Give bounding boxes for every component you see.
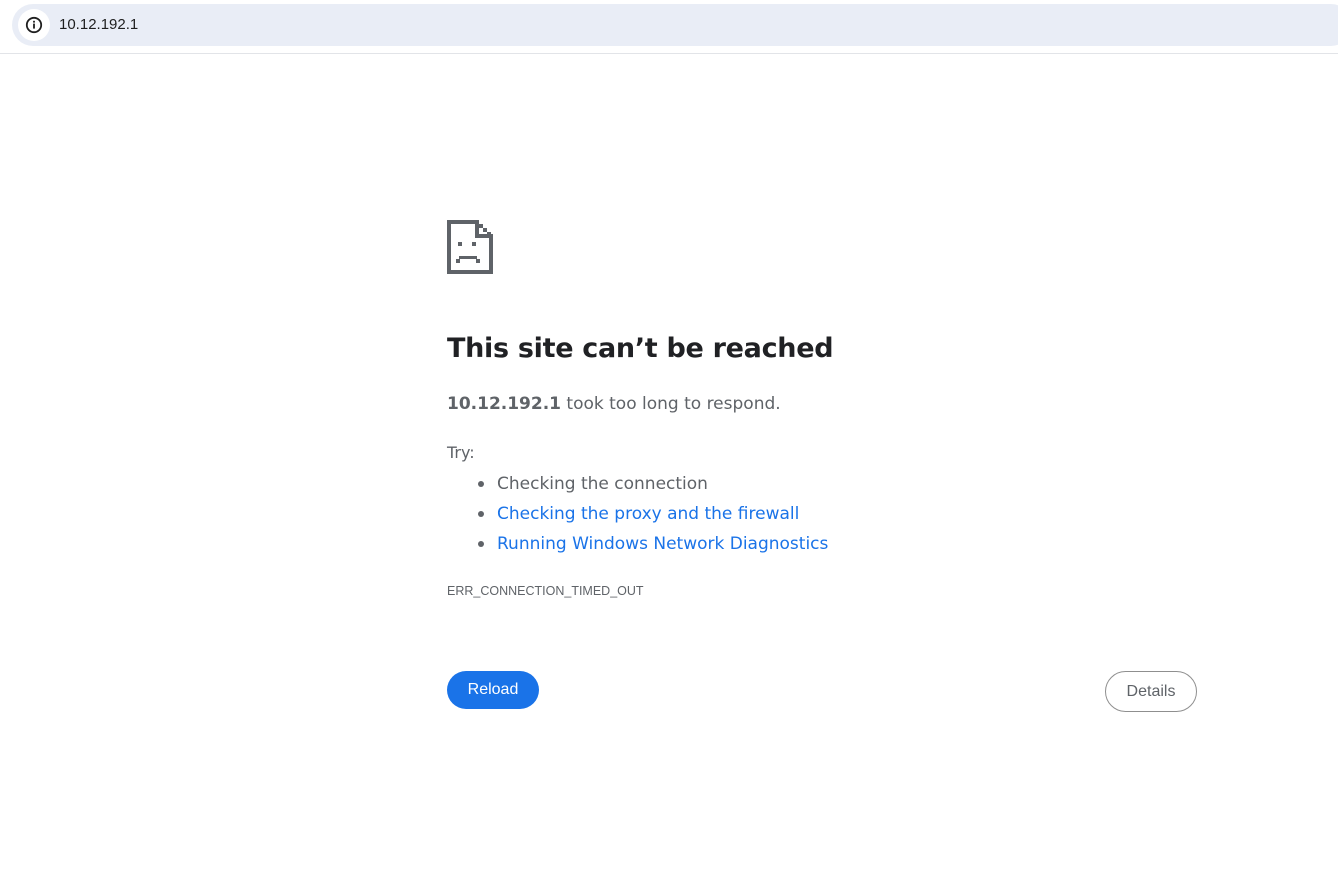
- try-label: Try:: [447, 443, 475, 462]
- error-title: This site can’t be reached: [447, 333, 834, 364]
- reload-button[interactable]: Reload: [447, 671, 539, 709]
- suggestion-network-diagnostics[interactable]: Running Windows Network Diagnostics: [447, 532, 828, 562]
- suggestion-check-proxy-firewall[interactable]: Checking the proxy and the firewall: [447, 502, 828, 532]
- details-button[interactable]: Details: [1105, 671, 1197, 712]
- error-summary: 10.12.192.1 took too long to respond.: [447, 394, 781, 414]
- info-icon: [25, 16, 43, 34]
- error-code: ERR_CONNECTION_TIMED_OUT: [447, 584, 644, 598]
- error-host: 10.12.192.1: [447, 394, 562, 414]
- check-proxy-firewall-link[interactable]: Checking the proxy and the firewall: [497, 504, 799, 524]
- network-diagnostics-link[interactable]: Running Windows Network Diagnostics: [497, 534, 828, 554]
- site-info-button[interactable]: [18, 9, 50, 41]
- sad-page-icon: [447, 220, 493, 274]
- omnibox[interactable]: 10.12.192.1: [12, 4, 1338, 46]
- error-summary-text: took too long to respond.: [561, 394, 781, 414]
- suggestion-check-connection: Checking the connection: [447, 472, 828, 502]
- suggestions-list: Checking the connection Checking the pro…: [447, 472, 828, 562]
- url-text[interactable]: 10.12.192.1: [59, 4, 138, 46]
- suggestion-label: Checking the connection: [497, 474, 708, 494]
- address-bar-area: 10.12.192.1: [0, 0, 1338, 54]
